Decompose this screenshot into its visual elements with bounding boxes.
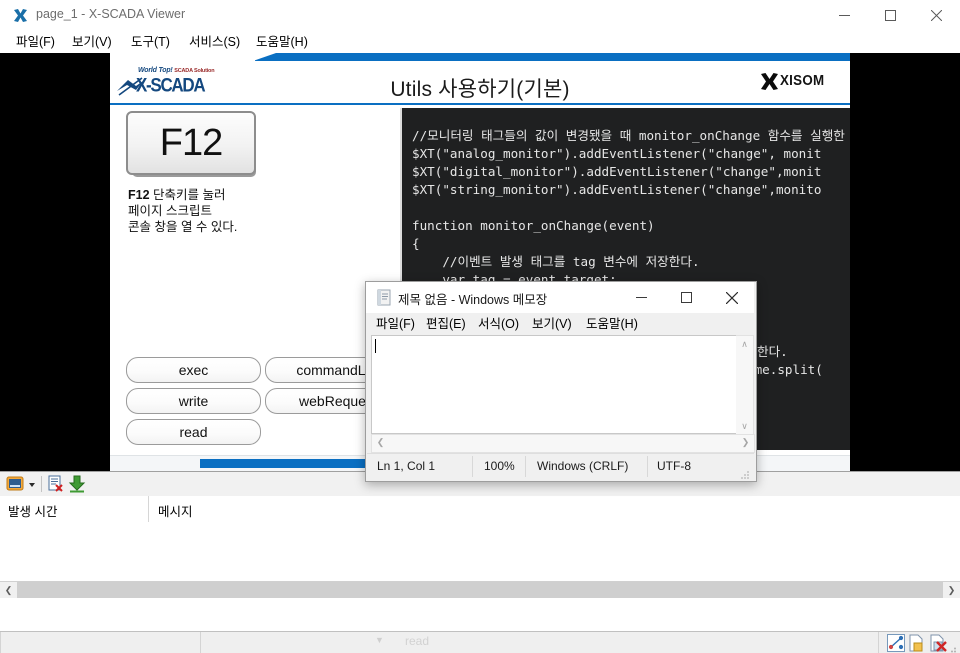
statusbar-caret-icon: ▼ xyxy=(375,635,384,645)
notepad-window[interactable]: 제목 없음 - Windows 메모장 파일(F) 편집(E) 서식(O) 보기… xyxy=(365,281,757,482)
statusbar-divider-2 xyxy=(878,632,879,653)
event-log-footer-area xyxy=(0,598,960,632)
scroll-down-arrow-icon[interactable]: ∨ xyxy=(736,418,753,435)
column-header-time[interactable]: 발생 시간 xyxy=(8,501,57,520)
network-link-icon[interactable] xyxy=(887,634,905,652)
notepad-menu-edit[interactable]: 편집(E) xyxy=(424,316,468,332)
page-title: Utils 사용하기(기본) xyxy=(390,78,570,101)
notepad-vertical-scrollbar[interactable]: ∧ ∨ xyxy=(736,335,754,436)
text-caret xyxy=(375,339,376,353)
notepad-status-divider-1 xyxy=(525,456,526,477)
notepad-title: 제목 없음 - Windows 메모장 xyxy=(398,293,548,307)
main-minimize-button[interactable] xyxy=(821,0,867,31)
xisom-mark-icon xyxy=(760,72,779,91)
menu-help[interactable]: 도움말(H) xyxy=(254,34,310,50)
scroll-up-arrow-icon[interactable]: ∧ xyxy=(736,336,753,353)
resize-grip-icon[interactable] xyxy=(948,643,957,653)
main-maximize-button[interactable] xyxy=(867,0,913,31)
toolbar-divider xyxy=(41,476,42,492)
notepad-status-position: Ln 1, Col 1 xyxy=(377,459,436,473)
column-header-message[interactable]: 메시지 xyxy=(158,501,193,520)
header-band-white-left xyxy=(110,53,255,61)
delete-page-icon[interactable] xyxy=(929,634,947,652)
notepad-menu-file[interactable]: 파일(F) xyxy=(374,316,417,332)
event-log-scroll-track[interactable] xyxy=(17,582,943,599)
f12-key-label: F12 xyxy=(159,121,223,164)
menu-file[interactable]: 파일(F) xyxy=(14,34,57,50)
read-button[interactable]: read xyxy=(126,419,261,445)
notepad-menu-view[interactable]: 보기(V) xyxy=(530,316,574,332)
clear-log-icon[interactable] xyxy=(47,475,65,493)
new-page-icon[interactable] xyxy=(908,634,926,652)
xisom-wordmark: XISOM xyxy=(780,73,825,89)
f12-key-graphic: F12 xyxy=(126,111,256,175)
exec-button[interactable]: exec xyxy=(126,357,261,383)
notepad-status-divider-0 xyxy=(472,456,473,477)
column-divider[interactable] xyxy=(148,496,149,522)
notepad-menu-format[interactable]: 서식(O) xyxy=(476,316,521,332)
statusbar-ghost-text: read xyxy=(405,634,430,648)
app-root: page_1 - X-SCADA Viewer 파일(F) 보기(V) 도구(T… xyxy=(0,0,960,653)
statusbar-divider-0 xyxy=(0,632,1,653)
notepad-maximize-button[interactable] xyxy=(664,282,709,313)
script-console-code-occluded-b: ame.split( xyxy=(747,361,823,377)
xisom-logo: XISOM xyxy=(760,71,842,93)
statusbar-divider-1 xyxy=(200,632,201,653)
notepad-statusbar: Ln 1, Col 1 100% Windows (CRLF) UTF-8 xyxy=(367,453,754,480)
page-header: World Top! SCADA Solution X-SCADA Utils … xyxy=(110,61,850,105)
notepad-text-area[interactable] xyxy=(371,335,737,434)
main-menubar: 파일(F) 보기(V) 도구(T) 서비스(S) 도움말(H) xyxy=(0,31,960,54)
notepad-status-encoding: UTF-8 xyxy=(657,459,691,473)
chevron-down-icon[interactable] xyxy=(26,475,38,493)
notepad-horizontal-scrollbar[interactable]: ❮ ❯ xyxy=(371,434,755,453)
notepad-menubar: 파일(F) 편집(E) 서식(O) 보기(V) 도움말(H) xyxy=(366,313,754,335)
notepad-status-eol: Windows (CRLF) xyxy=(537,459,629,473)
script-console-code-occluded-a: 한다. xyxy=(757,343,788,359)
monitor-display-icon[interactable] xyxy=(6,475,24,493)
notepad-status-zoom: 100% xyxy=(484,459,515,473)
hscroll-left-arrow-icon[interactable]: ❮ xyxy=(372,435,389,450)
main-window-titlebar: page_1 - X-SCADA Viewer xyxy=(0,0,960,32)
f12-shortcut-illustration: F12 F12 단축키를 눌러 페이지 스크립트 콘솔 창을 열 수 있다. xyxy=(126,111,376,261)
menu-tools[interactable]: 도구(T) xyxy=(129,34,172,50)
scroll-right-arrow-icon[interactable]: ❯ xyxy=(943,582,960,599)
script-console-code: //모니터링 태그들의 값이 변경됐을 때 monitor_onChange 함… xyxy=(412,127,845,287)
notepad-resize-grip-icon[interactable] xyxy=(740,467,750,479)
f12-caption-bold: F12 xyxy=(128,188,150,202)
notepad-titlebar: 제목 없음 - Windows 메모장 xyxy=(366,282,754,313)
xscada-app-icon xyxy=(12,7,29,24)
scroll-left-arrow-icon[interactable]: ❮ xyxy=(0,582,17,599)
menu-service[interactable]: 서비스(S) xyxy=(187,34,242,50)
f12-caption: F12 단축키를 눌러 페이지 스크립트 콘솔 창을 열 수 있다. xyxy=(128,187,368,235)
notepad-status-divider-2 xyxy=(647,456,648,477)
main-close-button[interactable] xyxy=(913,0,959,31)
hscroll-right-arrow-icon[interactable]: ❯ xyxy=(737,435,754,450)
main-statusbar: ▼ read xyxy=(0,631,960,653)
notepad-close-button[interactable] xyxy=(709,282,754,313)
event-log-column-header: 발생 시간 메시지 xyxy=(0,496,960,523)
statusbar-ghost-label: ▼ read xyxy=(375,634,430,648)
notepad-minimize-button[interactable] xyxy=(619,282,664,313)
export-download-icon[interactable] xyxy=(68,475,86,493)
event-log-horizontal-scrollbar[interactable]: ❮ ❯ xyxy=(0,581,960,599)
menu-view[interactable]: 보기(V) xyxy=(70,34,114,50)
write-button[interactable]: write xyxy=(126,388,261,414)
notepad-menu-help[interactable]: 도움말(H) xyxy=(584,316,640,332)
event-log-rows[interactable] xyxy=(0,522,960,581)
main-window-title: page_1 - X-SCADA Viewer xyxy=(36,7,186,21)
event-log-dock: 발생 시간 메시지 ❮ ❯ xyxy=(0,471,960,632)
notepad-icon xyxy=(376,289,392,306)
